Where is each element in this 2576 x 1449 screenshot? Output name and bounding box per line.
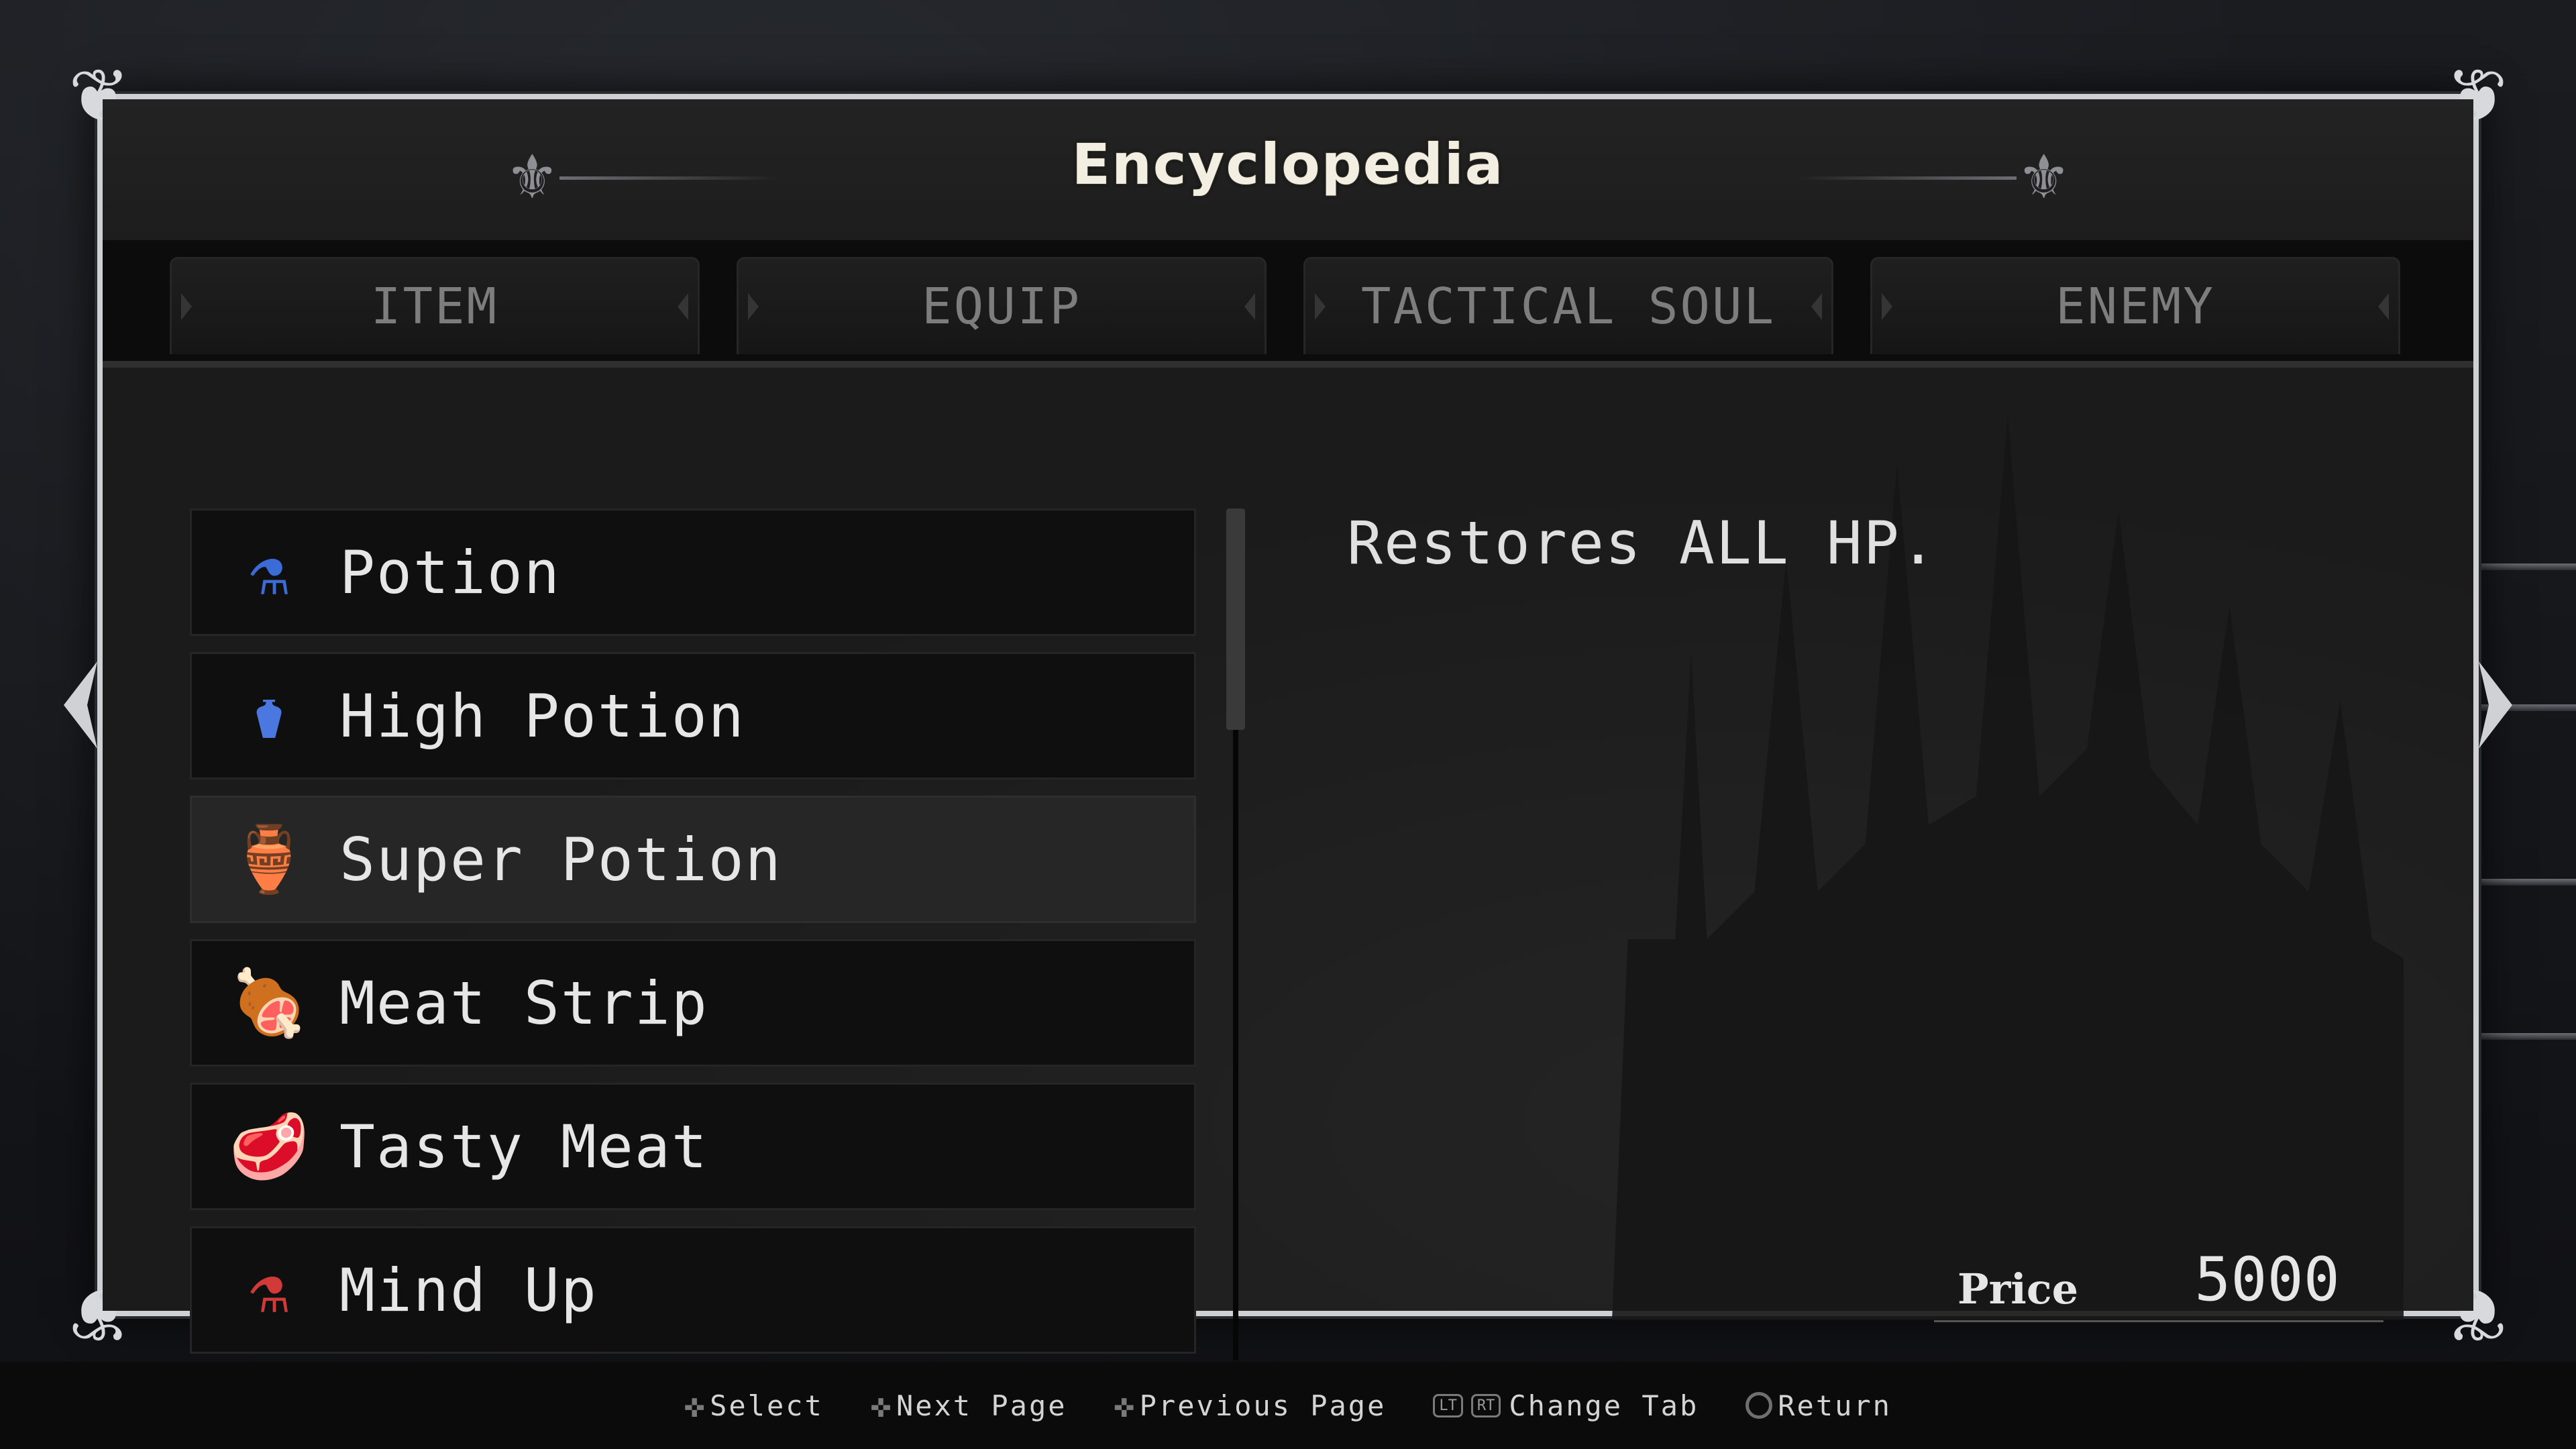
- dpad-icon: ✜: [870, 1386, 891, 1425]
- hint-next-page: ✜ Next Page: [870, 1386, 1067, 1425]
- hint-select: ✜ Select: [684, 1386, 824, 1425]
- tab-label: ENEMY: [2055, 278, 2215, 335]
- tasty-meat-icon: 🥩: [229, 1109, 309, 1184]
- tab-label: ITEM: [370, 278, 499, 335]
- content-area: ⚗ Potion ⚱ High Potion 🏺 Super Potion 🍖 …: [103, 368, 2473, 1360]
- hint-return: Return: [1746, 1389, 1892, 1422]
- tab-chevron-right-icon: [1811, 293, 1822, 320]
- tab-enemy[interactable]: ENEMY: [1870, 257, 2400, 354]
- price-value: 5000: [2194, 1244, 2340, 1315]
- tab-item[interactable]: ITEM: [170, 257, 700, 354]
- item-label: Meat Strip: [339, 968, 708, 1038]
- scrollbar-track[interactable]: [1226, 508, 1245, 1360]
- lt-button-icon: LT: [1433, 1393, 1463, 1417]
- item-label: Tasty Meat: [339, 1112, 708, 1181]
- list-item[interactable]: 🍖 Meat Strip: [190, 939, 1196, 1067]
- tab-equip[interactable]: EQUIP: [737, 257, 1267, 354]
- blue-potion-icon: ⚗: [250, 535, 288, 610]
- dpad-icon: ✜: [1114, 1386, 1134, 1425]
- circle-button-icon: [1746, 1392, 1773, 1419]
- page-title: Encyclopedia: [1071, 131, 1505, 197]
- tab-chevron-left-icon: [748, 293, 759, 320]
- price-label: Price: [1957, 1265, 2079, 1313]
- dpad-icon: ✜: [684, 1386, 705, 1425]
- list-item[interactable]: 🥩 Tasty Meat: [190, 1083, 1196, 1210]
- item-label: Mind Up: [339, 1255, 598, 1325]
- price-field: Price 5000: [1934, 1244, 2383, 1322]
- tab-chevron-left-icon: [181, 293, 192, 320]
- high-potion-icon: ⚱: [250, 678, 288, 753]
- item-description: Restores ALL HP.: [1347, 508, 1937, 578]
- super-potion-icon: 🏺: [229, 822, 309, 897]
- list-item[interactable]: ⚗ Mind Up: [190, 1226, 1196, 1354]
- title-flourish-right: ⚜: [1795, 142, 2071, 213]
- tab-chevron-left-icon: [1882, 293, 1892, 320]
- scrollbar-thumb[interactable]: [1226, 508, 1245, 730]
- item-label: Super Potion: [339, 824, 782, 894]
- background-pipe: [2475, 1033, 2576, 1040]
- list-item[interactable]: ⚱ High Potion: [190, 652, 1196, 780]
- tab-chevron-left-icon: [1315, 293, 1326, 320]
- background-pipe: [2475, 879, 2576, 885]
- hint-previous-page: ✜ Previous Page: [1114, 1386, 1387, 1425]
- hint-change-tab: LT RT Change Tab: [1433, 1389, 1699, 1422]
- background-pipe: [2475, 564, 2576, 570]
- item-label: Potion: [339, 537, 561, 607]
- rt-button-icon: RT: [1470, 1393, 1501, 1417]
- meat-strip-icon: 🍖: [229, 965, 309, 1040]
- red-potion-icon: ⚗: [250, 1252, 288, 1328]
- panel-header: ⚜ Encyclopedia ⚜: [103, 99, 2473, 240]
- controls-hint-bar: ✜ Select ✜ Next Page ✜ Previous Page LT …: [0, 1362, 2576, 1449]
- tab-tactical-soul[interactable]: TACTICAL SOUL: [1303, 257, 1833, 354]
- item-label: High Potion: [339, 681, 745, 751]
- list-item[interactable]: ⚗ Potion: [190, 508, 1196, 636]
- tab-chevron-right-icon: [1244, 293, 1255, 320]
- tab-chevron-right-icon: [678, 293, 688, 320]
- tab-label: TACTICAL SOUL: [1360, 278, 1776, 335]
- tab-bar: ITEM EQUIP TACTICAL SOUL ENEMY: [103, 240, 2473, 368]
- encyclopedia-panel: ❦ ❦ ❦ ❦ ⚜ Encyclopedia ⚜ ITEM EQUIP TACT…: [64, 53, 2479, 1360]
- fleur-icon: ⚜: [2017, 142, 2071, 213]
- tab-label: EQUIP: [922, 278, 1081, 335]
- list-item-selected[interactable]: 🏺 Super Potion: [190, 796, 1196, 923]
- game-screen: ❦ ❦ ❦ ❦ ⚜ Encyclopedia ⚜ ITEM EQUIP TACT…: [0, 0, 2576, 1449]
- tab-chevron-right-icon: [2378, 293, 2389, 320]
- ornament-side-icon: [64, 661, 97, 749]
